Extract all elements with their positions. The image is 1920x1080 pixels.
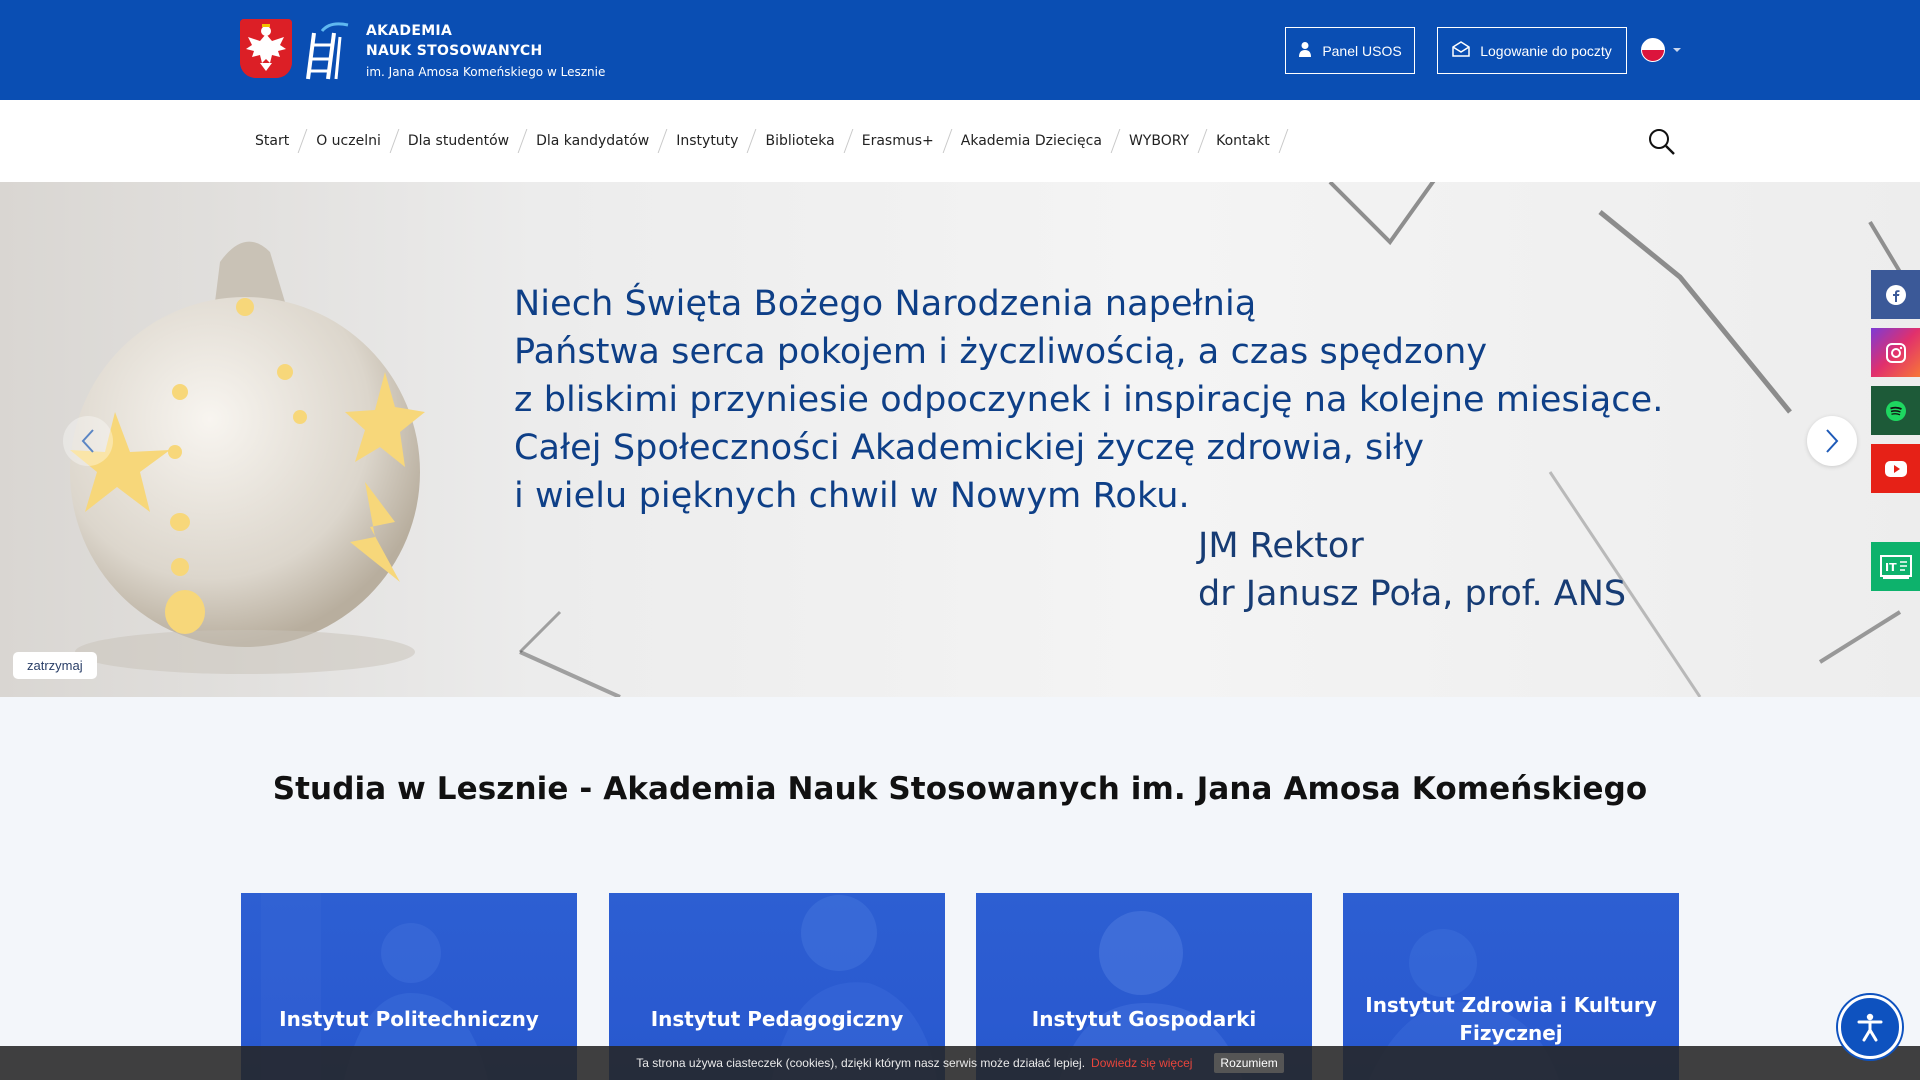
main-navigation: Start O uczelni Dla studentów Dla kandyd… [0,100,1920,182]
nav-item-dla-studentow[interactable]: Dla studentów [395,129,528,153]
nav-item-dla-kandydatow[interactable]: Dla kandydatów [523,129,668,153]
hero-slider: Niech Święta Bożego Narodzenia napełnią … [0,182,1920,697]
cookie-more-link[interactable]: Dowiedz się więcej [1091,1056,1192,1070]
hero-signature: JM Rektor dr Janusz Poła, prof. ANS [1198,522,1626,618]
facebook-icon [1885,284,1906,305]
nav-item-label: Dla studentów [407,133,510,149]
brand-line-1: AKADEMIA [366,23,453,39]
cookie-banner: Ta strona używa ciasteczek (cookies), dz… [0,1046,1920,1080]
card-title: Instytut Pedagogiczny [650,1007,904,1031]
nav-item-instytuty[interactable]: Instytuty [663,129,757,153]
slider-pause-button[interactable]: zatrzymaj [13,652,97,679]
brand-line-3: im. Jana Amosa Komeńskiego w Lesznie [366,65,606,79]
usos-panel-button[interactable]: Panel USOS [1285,27,1415,74]
nav-item-label: Start [255,133,290,149]
slider-prev-button[interactable] [63,416,113,466]
cookie-accept-button[interactable]: Rozumiem [1214,1053,1284,1073]
nav-item-label: Dla kandydatów [536,133,650,149]
hero-line: i wielu pięknych chwil w Nowym Roku. [514,476,1190,516]
cookie-text: Ta strona używa ciasteczek (cookies), dz… [636,1056,1086,1070]
chevron-left-icon [81,429,94,453]
usos-panel-label: Panel USOS [1322,42,1402,59]
nav-item-label: Instytuty [676,133,739,149]
accessibility-icon [1857,1013,1883,1042]
facebook-link[interactable] [1871,270,1920,319]
hero-line: Niech Święta Bożego Narodzenia napełnią [514,284,1257,324]
instagram-icon [1885,342,1906,363]
nav-item-biblioteka[interactable]: Biblioteka [752,129,854,153]
instagram-link[interactable] [1871,328,1920,377]
polish-eagle-emblem-icon [240,19,292,78]
nav-item-wybory[interactable]: WYBORY [1116,129,1208,153]
nav-item-label: Akademia Dziecięca [960,133,1102,149]
nav-item-start[interactable]: Start [242,129,308,153]
university-ladder-logo-icon [304,19,354,81]
christmas-ornament-image [70,241,425,674]
it-service-link[interactable]: IT [1871,542,1920,591]
top-bar: AKADEMIA NAUK STOSOWANYCH im. Jana Amosa… [0,0,1920,100]
accessibility-button[interactable] [1838,995,1902,1059]
mail-login-label: Logowanie do poczty [1480,42,1612,59]
nav-item-label: WYBORY [1128,133,1190,149]
brand-name[interactable]: AKADEMIA NAUK STOSOWANYCH im. Jana Amosa… [366,21,605,82]
hero-line: Całej Społeczności Akademickiej życzę zd… [514,428,1425,468]
mail-login-button[interactable]: Logowanie do poczty [1437,27,1627,74]
user-icon [1298,41,1312,60]
nav-item-label: Biblioteka [765,133,835,149]
signature-title: JM Rektor [1198,526,1364,566]
envelope-icon [1452,41,1470,60]
youtube-link[interactable] [1871,444,1920,493]
hero-line: z bliskimi przyniesie odpoczynek i inspi… [514,380,1664,420]
hero-greeting-text: Niech Święta Bożego Narodzenia napełnią … [514,280,1663,520]
signature-name: dr Janusz Poła, prof. ANS [1198,574,1627,614]
spotify-link[interactable] [1871,386,1920,435]
nav-item-o-uczelni[interactable]: O uczelni [303,129,400,153]
nav-list: Start O uczelni Dla studentów Dla kandyd… [242,100,1289,182]
search-icon[interactable] [1647,127,1677,157]
card-title: Instytut Gospodarki [1031,1007,1257,1031]
brand-line-2: NAUK STOSOWANYCH [366,43,543,59]
chevron-right-icon [1826,429,1839,453]
nav-item-label: Kontakt [1216,133,1270,149]
polish-flag-icon [1641,38,1665,62]
chevron-down-icon [1673,48,1681,52]
page-title: Studia w Lesznie - Akademia Nauk Stosowa… [272,771,1648,807]
youtube-icon [1884,460,1907,477]
card-title: Instytut Politechniczny [279,1007,539,1031]
it-icon: IT [1879,554,1912,579]
nav-item-akademia-dziecieca[interactable]: Akademia Dziecięca [948,129,1121,153]
spotify-icon [1885,400,1906,421]
nav-item-erasmus[interactable]: Erasmus+ [849,129,953,153]
nav-item-label: O uczelni [316,133,381,149]
slider-next-button[interactable] [1807,416,1857,466]
nav-item-label: Erasmus+ [861,133,934,149]
card-title-line-2: Fizycznej [1459,1021,1563,1045]
nav-item-kontakt[interactable]: Kontakt [1203,129,1289,153]
card-title: Instytut Zdrowia i Kultury [1365,993,1657,1017]
hero-line: Państwa serca pokojem i życzliwością, a … [514,332,1488,372]
svg-text:IT: IT [1885,561,1897,574]
language-selector[interactable] [1641,37,1687,63]
